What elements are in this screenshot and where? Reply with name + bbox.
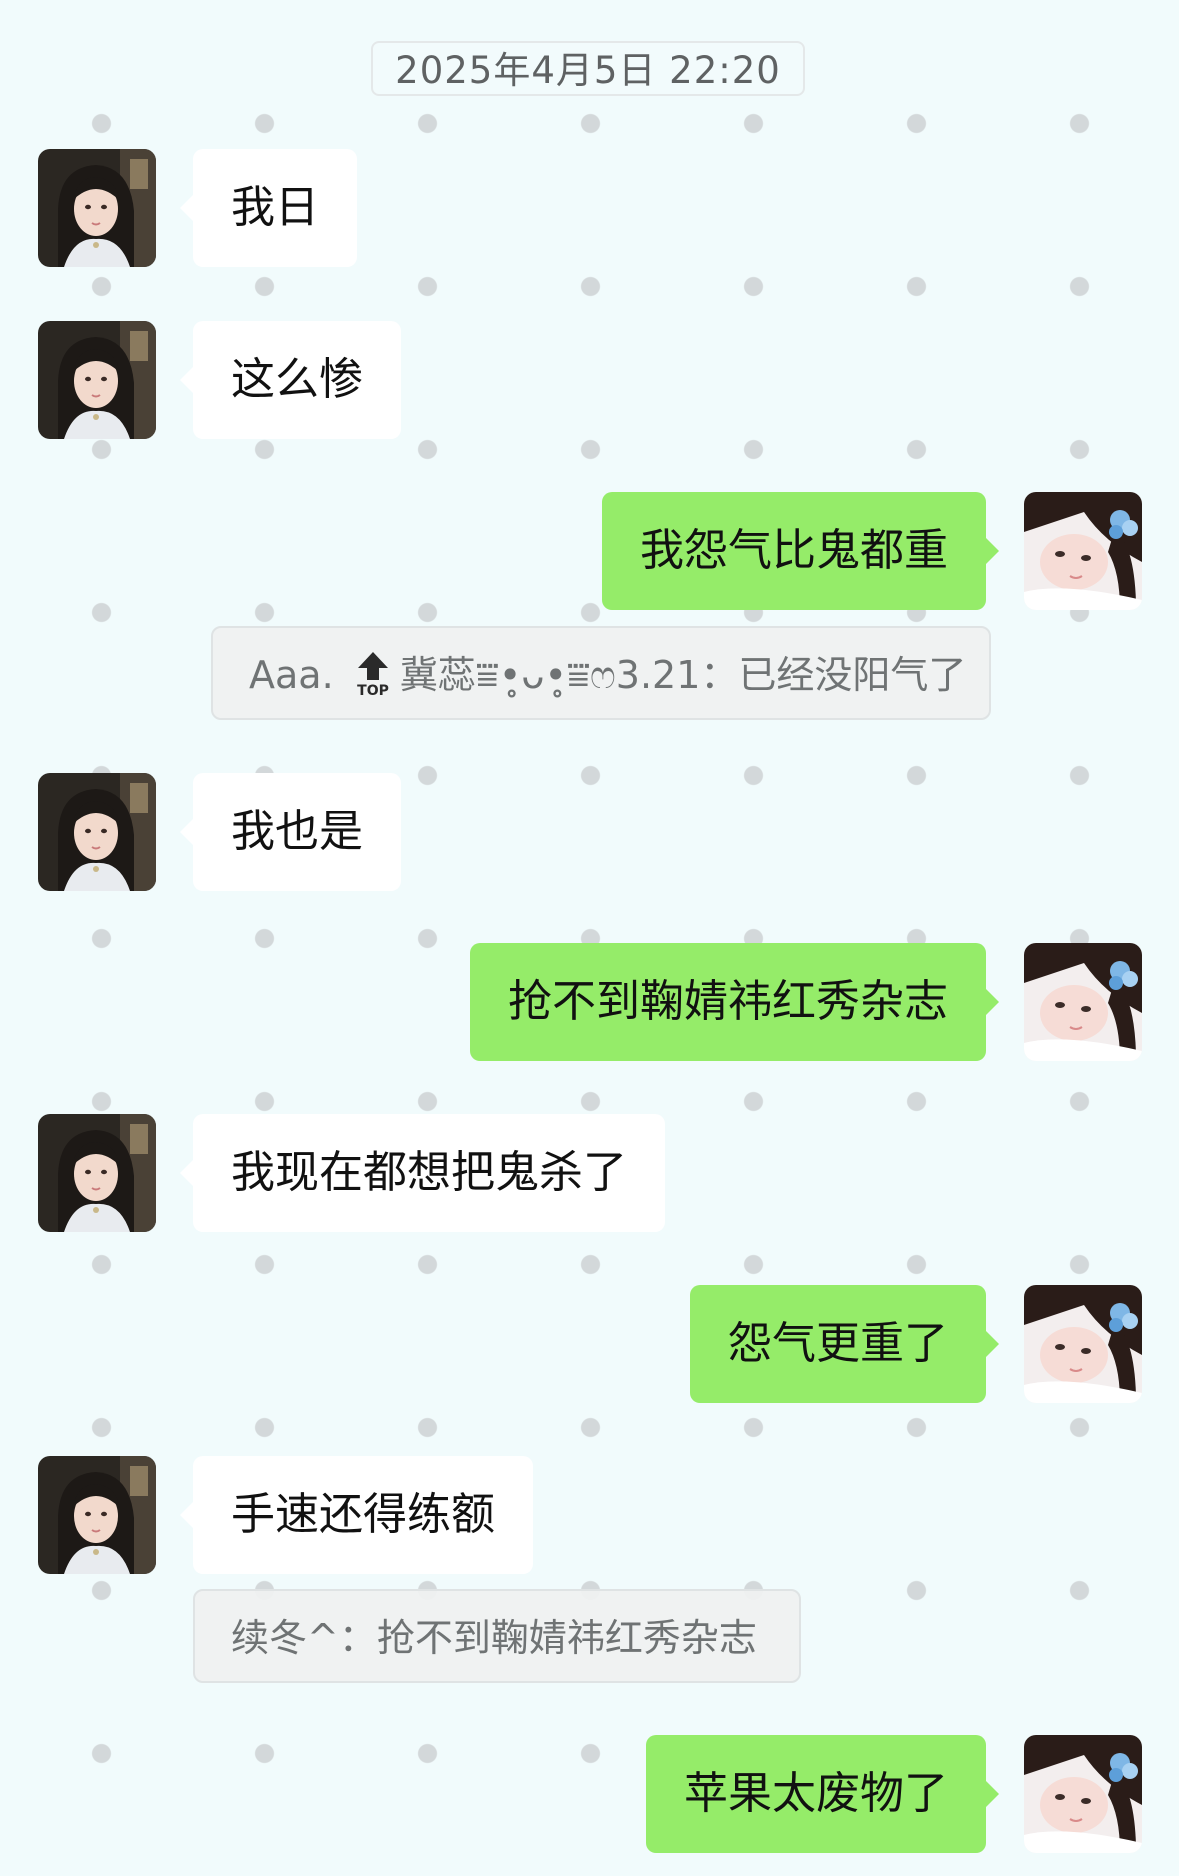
message-row: 手速还得练额 [0, 1456, 1179, 1574]
message-bubble[interactable]: 苹果太废物了 [646, 1735, 999, 1853]
my-avatar-icon[interactable] [1024, 1735, 1142, 1853]
message-row: 我也是 [0, 773, 1179, 891]
quoted-reply[interactable]: 续冬^：抢不到鞠婧祎红秀杂志 [193, 1589, 801, 1683]
message-timestamp: 2025年4月5日 22:20 [371, 41, 805, 96]
message-row: 苹果太废物了 [0, 1735, 1179, 1853]
quoted-text: 续冬^：抢不到鞠婧祎红秀杂志 [231, 1616, 757, 1660]
message-bubble[interactable]: 我也是 [180, 773, 401, 891]
friend-avatar-icon[interactable] [38, 773, 156, 891]
top-arrow-badge-icon: TOP [354, 650, 392, 698]
friend-avatar-icon[interactable] [38, 149, 156, 267]
message-row: 我怨气比鬼都重 [0, 492, 1179, 610]
friend-avatar-icon[interactable] [38, 1456, 156, 1574]
message-bubble[interactable]: 怨气更重了 [690, 1285, 999, 1403]
friend-avatar-icon[interactable] [38, 321, 156, 439]
chat-area: 2025年4月5日 22:20 我日 这么惨 我怨气比鬼都重 Aaa. TOP … [0, 0, 1179, 1876]
message-row: 我日 [0, 149, 1179, 267]
my-avatar-icon[interactable] [1024, 943, 1142, 1061]
svg-text:TOP: TOP [357, 683, 389, 698]
message-row: 这么惨 [0, 321, 1179, 439]
message-row: 怨气更重了 [0, 1285, 1179, 1403]
message-bubble[interactable]: 我怨气比鬼都重 [602, 492, 999, 610]
quoted-text: 冀蕊⩸•̥ᴗ•̥⩸ෆ3.21：已经没阳气了 [399, 653, 967, 697]
message-bubble[interactable]: 抢不到鞠婧祎红秀杂志 [470, 943, 999, 1061]
quoted-reply[interactable]: Aaa. TOP 冀蕊⩸•̥ᴗ•̥⩸ෆ3.21：已经没阳气了 [211, 626, 991, 720]
message-bubble[interactable]: 手速还得练额 [180, 1456, 533, 1574]
message-row: 我现在都想把鬼杀了 [0, 1114, 1179, 1232]
my-avatar-icon[interactable] [1024, 1285, 1142, 1403]
message-bubble[interactable]: 这么惨 [180, 321, 401, 439]
my-avatar-icon[interactable] [1024, 492, 1142, 610]
message-bubble[interactable]: 我现在都想把鬼杀了 [180, 1114, 665, 1232]
message-bubble[interactable]: 我日 [180, 149, 357, 267]
quoted-sender-name: Aaa. [249, 653, 334, 697]
message-row: 抢不到鞠婧祎红秀杂志 [0, 943, 1179, 1061]
friend-avatar-icon[interactable] [38, 1114, 156, 1232]
